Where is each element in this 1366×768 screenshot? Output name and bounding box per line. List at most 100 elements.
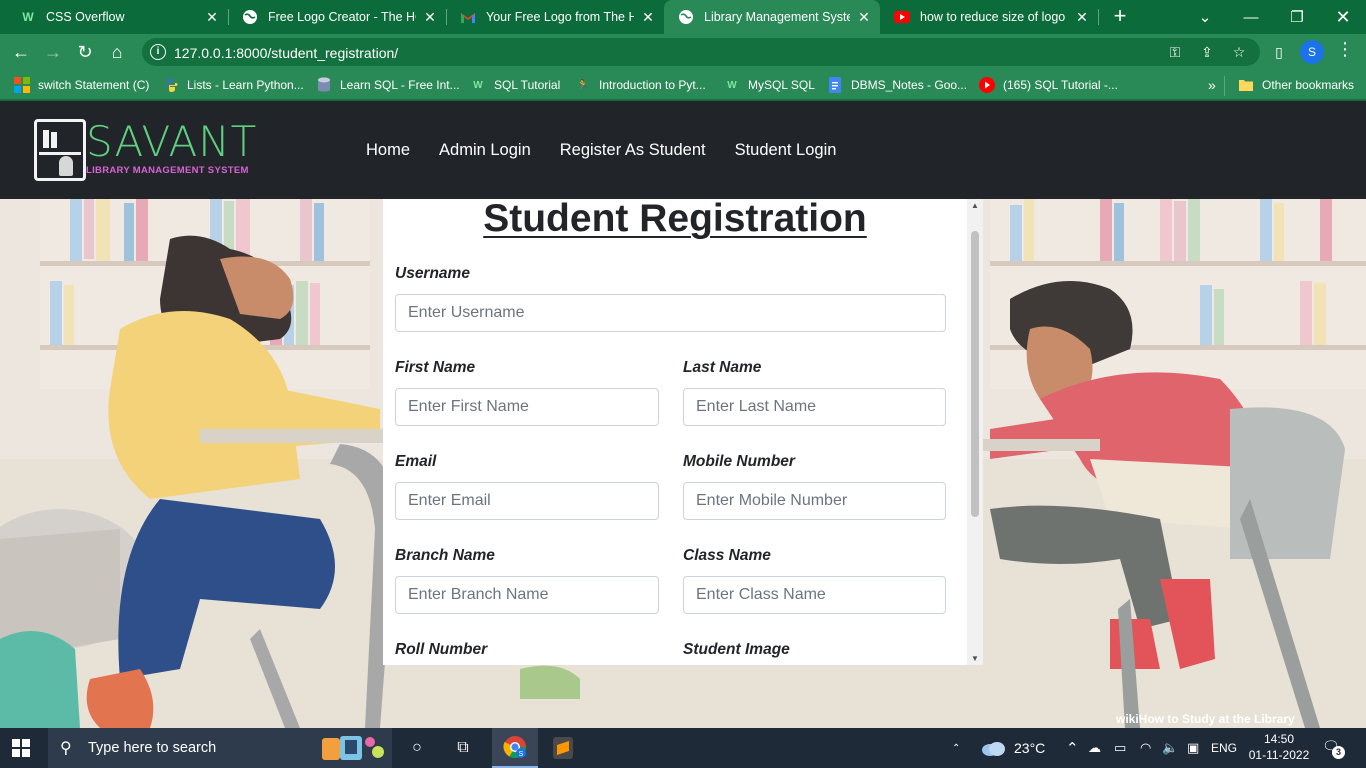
side-panel-icon[interactable]: ▯ xyxy=(1270,44,1288,60)
bookmark-lists-python[interactable]: Lists - Learn Python... xyxy=(163,76,304,94)
back-icon[interactable]: ← xyxy=(8,39,34,65)
site-nav-links: Home Admin Login Register As Student Stu… xyxy=(366,141,865,160)
bookmark-introduction-python[interactable]: 🏃 Introduction to Pyt... xyxy=(575,76,706,94)
last-name-label: Last Name xyxy=(683,359,762,376)
tab-css-overflow[interactable]: W CSS Overflow ✕ xyxy=(6,0,228,34)
bookmark-label: switch Statement (C) xyxy=(38,78,150,92)
student-image-label: Student Image xyxy=(683,641,790,658)
browser-toolbar: ← → ↻ ⌂ i 127.0.0.1:8000/student_registr… xyxy=(0,34,1366,70)
branch-name-input[interactable] xyxy=(395,576,659,614)
email-label: Email xyxy=(395,453,437,470)
tab-free-logo-creator[interactable]: Free Logo Creator - The HOT ✕ xyxy=(228,0,446,34)
other-bookmarks[interactable]: Other bookmarks xyxy=(1238,76,1354,94)
share-icon[interactable]: ⇪ xyxy=(1198,44,1216,60)
scrollbar-thumb[interactable] xyxy=(971,231,979,517)
windows-taskbar: ⚲ Type here to search ○ ⧉ S ⌃ 23°C ⌃ ☁ ▭… xyxy=(0,728,1366,768)
w3schools-icon: W xyxy=(473,79,483,91)
registration-form-card: Student Registration Username First Name… xyxy=(383,199,983,665)
windows-start-icon[interactable] xyxy=(12,739,30,757)
bookmark-label: (165) SQL Tutorial -... xyxy=(1003,78,1118,92)
tab-how-to-reduce-logo[interactable]: how to reduce size of logo - ✕ xyxy=(880,0,1098,34)
volume-icon[interactable]: 🔈 xyxy=(1162,728,1178,768)
tab-search-icon[interactable]: ⌄ xyxy=(1182,0,1228,34)
mobile-number-label: Mobile Number xyxy=(683,453,795,470)
mobile-number-input[interactable] xyxy=(683,482,946,520)
tab-title: CSS Overflow xyxy=(46,10,125,24)
taskbar-search-box[interactable]: ⚲ Type here to search xyxy=(48,728,392,768)
minimize-button[interactable]: — xyxy=(1228,0,1274,34)
taskbar-clock[interactable]: 14:50 01-11-2022 xyxy=(1244,731,1314,763)
sublime-text-icon[interactable] xyxy=(540,728,586,768)
branch-name-label: Branch Name xyxy=(395,547,495,564)
star-icon[interactable]: ☆ xyxy=(1230,44,1248,60)
nav-register-as-student[interactable]: Register As Student xyxy=(560,141,706,160)
network-status-icon[interactable]: ☁ xyxy=(1088,728,1101,768)
profile-avatar[interactable]: S xyxy=(1300,40,1324,64)
tab-library-management-system[interactable]: Library Management System ✕ xyxy=(664,0,880,34)
scroll-down-icon[interactable]: ▼ xyxy=(971,654,979,663)
watermark-text: wikiHow to Study at the Library xyxy=(1115,712,1295,726)
language-indicator[interactable]: ENG xyxy=(1211,728,1237,768)
key-icon[interactable]: ⚿ xyxy=(1166,44,1184,60)
reload-icon[interactable]: ↻ xyxy=(72,39,98,65)
notification-center-icon[interactable]: 🗨 3 xyxy=(1322,738,1345,759)
email-input[interactable] xyxy=(395,482,659,520)
cortana-icon[interactable]: ○ xyxy=(394,728,440,768)
bookmark-label: Introduction to Pyt... xyxy=(599,78,706,92)
globe-icon xyxy=(678,9,694,25)
bookmarks-overflow-button[interactable]: » xyxy=(1208,76,1216,94)
form-scrollbar[interactable]: ▲ ▼ xyxy=(967,199,983,665)
bookmark-switch-statement[interactable]: switch Statement (C) xyxy=(14,76,149,94)
bookmark-label: SQL Tutorial xyxy=(494,78,561,92)
site-info-icon[interactable]: i xyxy=(150,44,166,60)
close-window-button[interactable]: ✕ xyxy=(1320,0,1366,34)
first-name-input[interactable] xyxy=(395,388,659,426)
meet-now-icon[interactable]: ▣ xyxy=(1187,728,1199,768)
docs-icon xyxy=(827,77,843,93)
menu-icon[interactable]: ⋮ xyxy=(1336,39,1354,60)
bookmark-mysql-sql[interactable]: W MySQL SQL xyxy=(724,76,815,94)
first-name-label: First Name xyxy=(395,359,476,376)
address-bar[interactable]: i 127.0.0.1:8000/student_registration/ ⚿… xyxy=(142,38,1260,66)
battery-icon[interactable]: ▭ xyxy=(1114,728,1126,768)
bookmark-sql-tutorial-youtube[interactable]: (165) SQL Tutorial -... xyxy=(979,76,1118,94)
nav-admin-login[interactable]: Admin Login xyxy=(439,141,531,160)
bookmarks-bar: switch Statement (C) Lists - Learn Pytho… xyxy=(0,70,1366,100)
tab-your-free-logo[interactable]: Your Free Logo from The HOT ✕ xyxy=(446,0,664,34)
class-name-input[interactable] xyxy=(683,576,946,614)
username-input[interactable] xyxy=(395,294,946,332)
close-icon[interactable]: ✕ xyxy=(1074,9,1090,26)
tab-strip: W CSS Overflow ✕ Free Logo Creator - The… xyxy=(0,0,1366,34)
close-icon[interactable]: ✕ xyxy=(204,9,220,26)
home-icon[interactable]: ⌂ xyxy=(104,39,130,65)
url-text: 127.0.0.1:8000/student_registration/ xyxy=(174,45,399,61)
close-icon[interactable]: ✕ xyxy=(640,9,656,26)
chrome-taskbar-icon[interactable]: S xyxy=(492,728,538,768)
bookmark-learn-sql[interactable]: Learn SQL - Free Int... xyxy=(316,76,460,94)
scroll-up-icon[interactable]: ▲ xyxy=(971,201,979,210)
bookmark-dbms-notes[interactable]: DBMS_Notes - Goo... xyxy=(827,76,967,94)
tray-scroll-icon[interactable]: ⌃ xyxy=(952,728,960,768)
savant-logo[interactable]: SAVANT LIBRARY MANAGEMENT SYSTEM xyxy=(34,117,256,185)
new-tab-button[interactable]: + xyxy=(1108,4,1132,28)
wifi-icon[interactable]: ◠ xyxy=(1140,728,1151,768)
restore-button[interactable]: ❐ xyxy=(1274,0,1320,34)
tab-title: Library Management System xyxy=(704,10,850,24)
show-hidden-icons[interactable]: ⌃ xyxy=(1066,728,1079,768)
bookmark-sql-tutorial[interactable]: W SQL Tutorial xyxy=(470,76,560,94)
bookmark-label: MySQL SQL xyxy=(748,78,815,92)
close-icon[interactable]: ✕ xyxy=(856,9,872,26)
close-icon[interactable]: ✕ xyxy=(422,9,438,26)
tab-title: how to reduce size of logo - xyxy=(920,10,1068,24)
last-name-input[interactable] xyxy=(683,388,946,426)
database-icon xyxy=(316,77,332,93)
nav-student-login[interactable]: Student Login xyxy=(735,141,837,160)
task-view-icon[interactable]: ⧉ xyxy=(440,728,486,768)
weather-widget[interactable]: 23°C xyxy=(980,728,1045,768)
forward-icon[interactable]: → xyxy=(40,39,66,65)
nav-home[interactable]: Home xyxy=(366,141,410,160)
brand-name: SAVANT xyxy=(86,117,258,166)
youtube-icon xyxy=(894,9,910,25)
clock-time: 14:50 xyxy=(1263,732,1295,746)
globe-icon xyxy=(242,9,258,25)
